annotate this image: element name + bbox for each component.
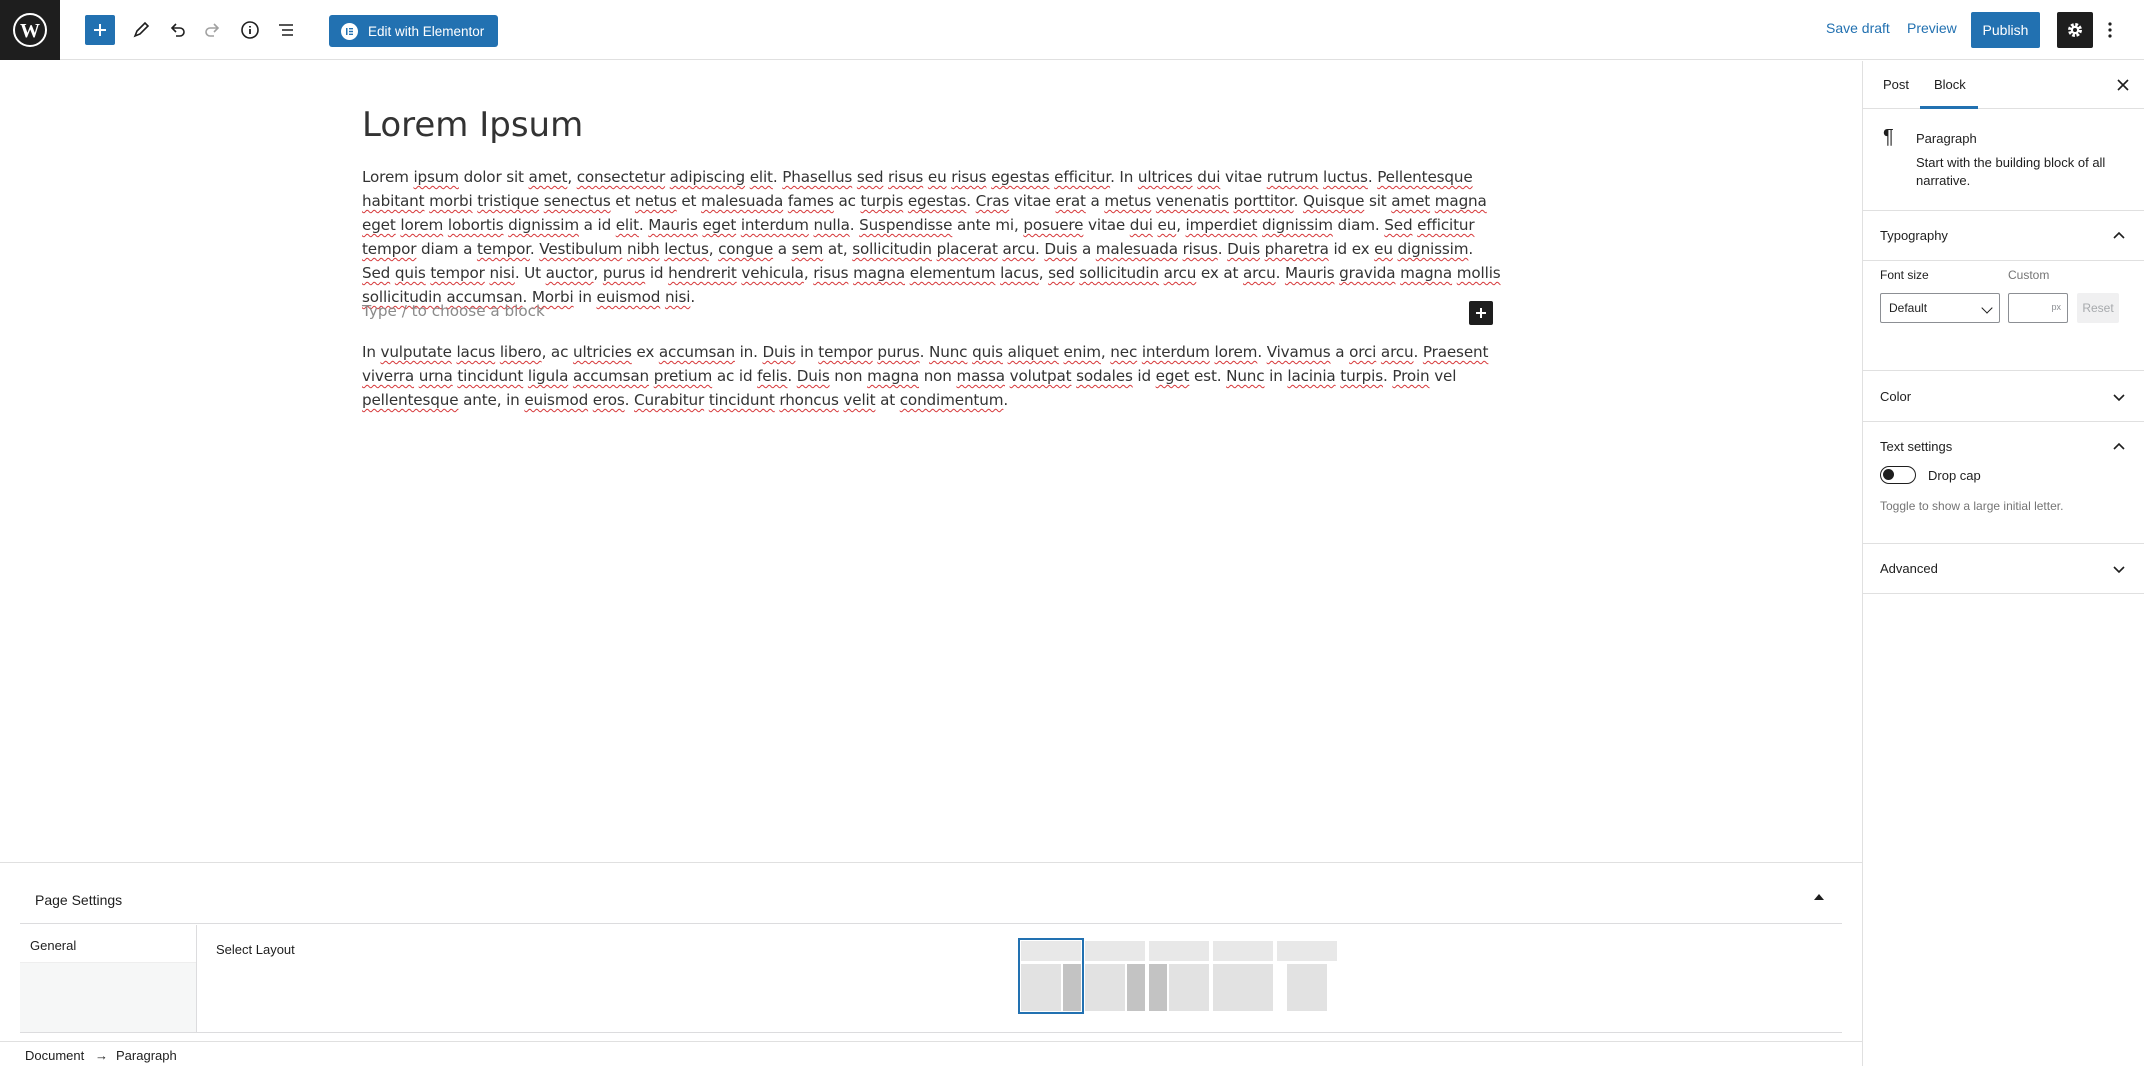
sidebar-tabs: Post Block <box>1863 61 2144 109</box>
color-panel-toggle[interactable]: Color <box>1863 372 2144 422</box>
layout-header-shape <box>1213 941 1273 961</box>
layout-content-shape <box>1213 964 1273 1011</box>
layout-header-shape <box>1277 941 1337 961</box>
pencil-icon <box>133 21 150 38</box>
settings-sidebar: Post Block ¶ Paragraph Start with the bu… <box>1862 61 2144 1066</box>
tools-button[interactable] <box>126 15 156 45</box>
block-card-title: Paragraph <box>1916 131 1977 146</box>
collapse-arrow-icon[interactable] <box>1814 894 1824 900</box>
add-block-button[interactable] <box>85 15 115 45</box>
drop-cap-toggle[interactable] <box>1880 466 1916 484</box>
paragraph-block-2[interactable]: In vulputate lacus libero, ac ultricies … <box>362 340 1502 412</box>
layout-sidebar-shape <box>1149 964 1167 1011</box>
drop-cap-label: Drop cap <box>1928 468 1981 483</box>
list-view-button[interactable] <box>271 15 301 45</box>
layout-option-right-sidebar[interactable] <box>1018 938 1084 1014</box>
layout-header-shape <box>1149 941 1209 961</box>
text-settings-panel-toggle[interactable]: Text settings <box>1863 422 2144 472</box>
page-settings-metabox: Page Settings General Select Layout <box>0 862 1862 1040</box>
gear-icon <box>2068 23 2082 37</box>
page-settings-nav: General <box>20 925 197 1033</box>
tab-post[interactable]: Post <box>1883 77 1909 92</box>
editor-toolbar: W Edit with Elementor Save draft Preview… <box>0 0 2144 60</box>
color-panel-title: Color <box>1880 389 1912 404</box>
plus-icon <box>1476 308 1486 318</box>
close-icon <box>2117 79 2129 91</box>
edit-with-elementor-button[interactable]: Edit with Elementor <box>329 15 498 47</box>
tab-block[interactable]: Block <box>1934 77 1966 92</box>
drop-cap-help: Toggle to show a large initial letter. <box>1880 499 2064 513</box>
list-view-icon <box>279 24 293 36</box>
post-title[interactable]: Lorem Ipsum <box>362 105 583 145</box>
typography-panel-body <box>1863 211 2144 371</box>
undo-button[interactable] <box>162 15 192 45</box>
plus-icon <box>94 24 106 36</box>
options-button[interactable] <box>2100 15 2120 45</box>
info-icon <box>241 21 259 39</box>
breadcrumb-separator: → <box>95 1048 108 1063</box>
layout-sidebar-shape <box>1127 964 1145 1011</box>
custom-size-input[interactable]: px <box>2008 293 2068 323</box>
font-size-value: Default <box>1889 301 1928 315</box>
toggle-knob <box>1883 469 1894 480</box>
details-button[interactable] <box>235 15 265 45</box>
metabox-divider <box>20 1032 1842 1033</box>
chevron-up-icon <box>2113 442 2125 450</box>
layout-header-shape <box>1021 941 1081 961</box>
svg-text:W: W <box>20 20 40 42</box>
elementor-icon <box>341 22 358 40</box>
chevron-down-icon <box>2113 394 2125 402</box>
unit-label: px <box>2051 302 2061 312</box>
layout-option-both-sidebars[interactable] <box>1127 941 1209 1011</box>
settings-button[interactable] <box>2057 12 2093 48</box>
save-draft-button[interactable]: Save draft <box>1826 20 1890 36</box>
layout-header-shape <box>1085 941 1145 961</box>
undo-icon <box>170 23 185 37</box>
block-card-description: Start with the building block of all nar… <box>1916 155 2106 188</box>
inline-add-block-button[interactable] <box>1469 301 1493 325</box>
paragraph-icon: ¶ <box>1883 126 1894 148</box>
editor-canvas: Lorem Ipsum Lorem ipsum dolor sit amet, … <box>0 61 1862 862</box>
nav-empty-area <box>20 962 196 1032</box>
empty-block-placeholder[interactable]: Type / to choose a block <box>362 302 545 320</box>
reset-font-size-button[interactable]: Reset <box>2077 293 2119 323</box>
layout-option-full-width[interactable] <box>1213 941 1273 1011</box>
nav-item-general[interactable]: General <box>30 938 76 953</box>
block-breadcrumb: Document → Paragraph <box>0 1041 1862 1066</box>
publish-button[interactable]: Publish <box>1971 12 2040 48</box>
text-settings-panel-title: Text settings <box>1880 439 1953 454</box>
breadcrumb-document[interactable]: Document <box>25 1048 84 1063</box>
page-settings-header[interactable]: Page Settings <box>20 863 1842 924</box>
font-size-label: Font size <box>1880 268 1929 282</box>
layout-content-shape <box>1287 964 1327 1011</box>
block-card: ¶ Paragraph Start with the building bloc… <box>1863 109 2144 211</box>
custom-size-label: Custom <box>2008 268 2050 282</box>
layout-content-shape <box>1085 964 1125 1011</box>
font-size-select[interactable]: Default <box>1880 293 2000 323</box>
preview-button[interactable]: Preview <box>1907 20 1957 36</box>
chevron-down-icon <box>1981 302 1993 314</box>
layout-content-shape <box>1169 964 1209 1011</box>
breadcrumb-paragraph[interactable]: Paragraph <box>116 1048 177 1063</box>
layout-content-shape <box>1021 964 1061 1011</box>
redo-button[interactable] <box>198 15 228 45</box>
select-layout-label: Select Layout <box>216 942 295 957</box>
more-vertical-icon <box>2108 22 2112 38</box>
page-settings-title: Page Settings <box>35 892 123 908</box>
layout-option-no-sidebar-narrow[interactable] <box>1277 941 1337 1011</box>
layout-sidebar-shape <box>1063 964 1081 1011</box>
elementor-button-label: Edit with Elementor <box>368 23 485 39</box>
close-sidebar-button[interactable] <box>2113 75 2133 95</box>
advanced-panel-title: Advanced <box>1880 561 1938 576</box>
advanced-panel-toggle[interactable]: Advanced <box>1863 544 2144 594</box>
wordpress-logo-icon[interactable]: W <box>0 0 60 60</box>
paragraph-block-1[interactable]: Lorem ipsum dolor sit amet, consectetur … <box>362 165 1502 309</box>
chevron-down-icon <box>2113 566 2125 574</box>
redo-icon <box>205 23 220 37</box>
